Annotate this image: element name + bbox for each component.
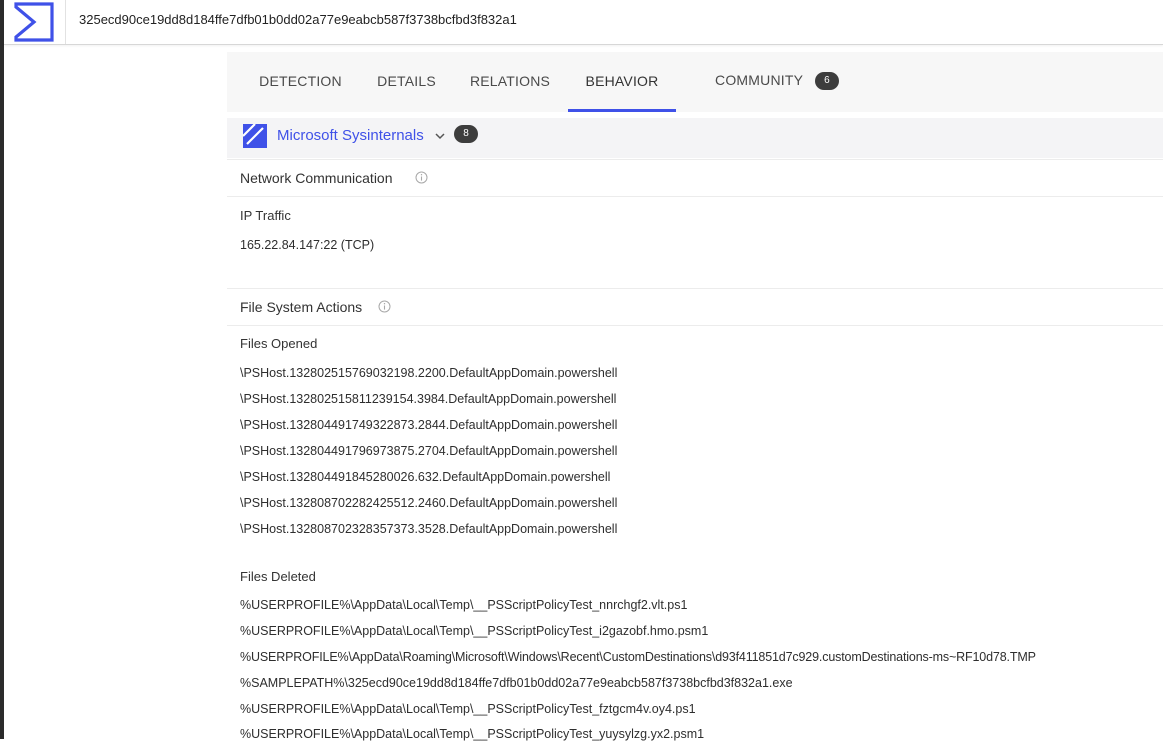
file-system-actions-header: File System Actions [227,288,1163,326]
tab-label: COMMUNITY [715,72,803,88]
tab-label: RELATIONS [469,73,551,89]
file-deleted-item: %USERPROFILE%\AppData\Local\Temp\__PSScr… [240,598,688,612]
file-opened-item: \PSHost.132808702328357373.3528.DefaultA… [240,522,618,536]
sysinternals-icon [243,124,267,148]
tab-relations[interactable]: RELATIONS [462,52,558,112]
community-count-badge: 6 [814,72,839,91]
file-opened-item: \PSHost.132808702282425512.2460.DefaultA… [240,496,618,510]
file-opened-item: \PSHost.132804491749322873.2844.DefaultA… [240,418,618,432]
info-icon[interactable] [415,171,428,184]
files-deleted-label: Files Deleted [240,569,316,584]
file-deleted-item: %USERPROFILE%\AppData\Roaming\Microsoft\… [240,650,1036,664]
info-icon[interactable] [378,300,391,313]
tab-detection[interactable]: DETECTION [249,52,352,112]
tab-label: BEHAVIOR [585,73,659,89]
tab-label: DETECTION [259,73,342,89]
tab-bar: DETECTION DETAILS RELATIONS BEHAVIOR COM… [227,52,1163,112]
file-opened-item: \PSHost.132802515811239154.3984.DefaultA… [240,392,617,406]
section-title: File System Actions [240,299,363,315]
file-deleted-item: %USERPROFILE%\AppData\Local\Temp\__PSScr… [240,702,696,716]
left-edge-bar [0,0,4,739]
file-deleted-item: %USERPROFILE%\AppData\Local\Temp\__PSScr… [240,624,709,638]
ip-traffic-entry: 165.22.84.147:22 (TCP) [240,238,375,252]
chevron-down-icon[interactable] [433,129,447,143]
ip-traffic-label: IP Traffic [240,208,291,223]
network-communication-header: Network Communication [227,159,1163,197]
virustotal-logo-icon [14,2,54,42]
logo-button[interactable] [4,0,66,44]
sandbox-count-badge: 8 [454,125,478,143]
top-bar: 325ecd90ce19dd8d184ffe7dfb01b0dd02a77e9e… [4,0,1163,45]
files-opened-label: Files Opened [240,336,318,351]
section-title: Network Communication [240,170,393,186]
file-opened-item: \PSHost.132802515769032198.2200.DefaultA… [240,366,618,380]
file-opened-item: \PSHost.132804491845280026.632.DefaultAp… [240,470,611,484]
file-hash: 325ecd90ce19dd8d184ffe7dfb01b0dd02a77e9e… [79,12,517,27]
file-opened-item: \PSHost.132804491796973875.2704.DefaultA… [240,444,618,458]
tab-details[interactable]: DETAILS [371,52,442,112]
tab-label: DETAILS [377,73,436,89]
tab-behavior[interactable]: BEHAVIOR [568,52,676,112]
file-deleted-item: %SAMPLEPATH%\325ecd90ce19dd8d184ffe7dfb0… [240,676,793,690]
sandbox-name[interactable]: Microsoft Sysinternals [277,127,424,144]
tab-community[interactable]: COMMUNITY 6 [707,52,847,112]
sandbox-selector: Microsoft Sysinternals 8 [227,118,1163,158]
